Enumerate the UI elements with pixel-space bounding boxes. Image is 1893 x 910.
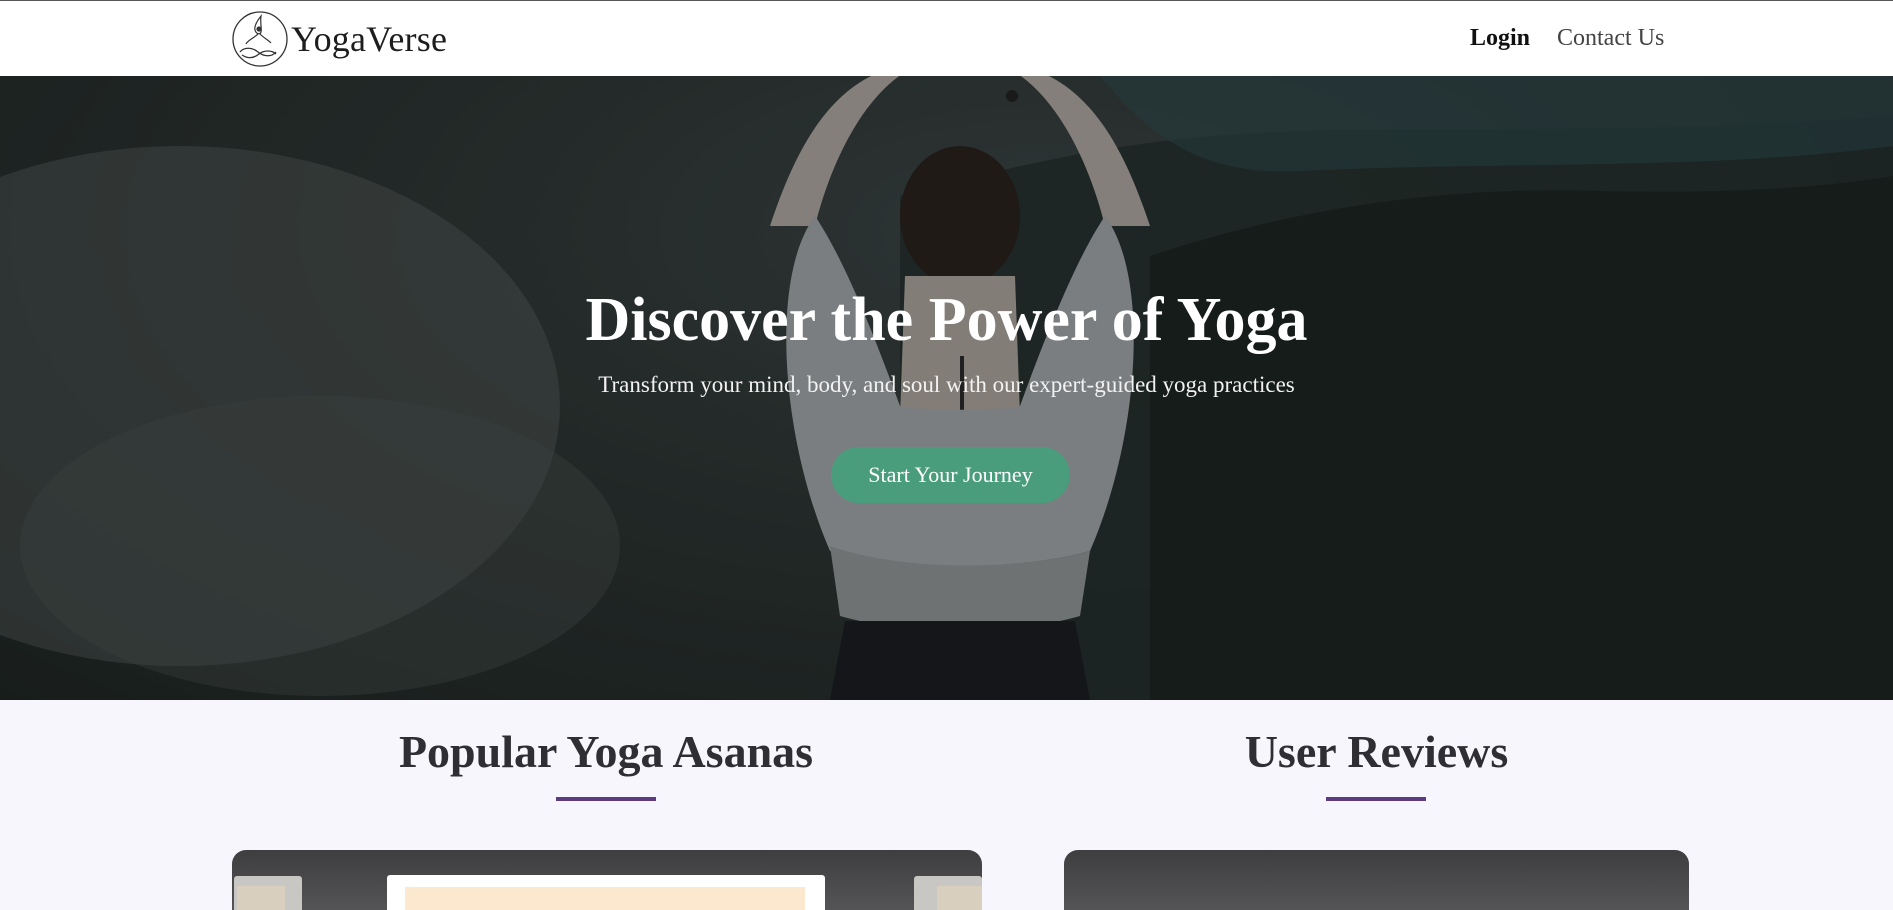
asanas-title-underline [556, 797, 656, 801]
meditation-lotus-icon [232, 11, 288, 67]
reviews-section-title: User Reviews [1244, 726, 1509, 777]
reviews-title-underline [1326, 797, 1426, 801]
hero-title: Discover the Power of Yoga [585, 286, 1308, 354]
reviews-card [1064, 850, 1689, 910]
nav-login-link[interactable]: Login [1470, 25, 1530, 52]
asana-slide-current-image [405, 887, 805, 910]
nav-contact-link[interactable]: Contact Us [1557, 25, 1664, 52]
asana-slide-prev-image [237, 886, 285, 910]
asanas-section-title: Popular Yoga Asanas [398, 726, 814, 777]
asana-carousel [232, 850, 982, 910]
hero-subtitle: Transform your mind, body, and soul with… [598, 372, 1295, 397]
brand-name: YogaVerse [291, 19, 448, 59]
navbar: YogaVerse Login Contact Us [0, 1, 1893, 76]
asana-slide-next-image [937, 886, 982, 910]
brand-logo[interactable]: YogaVerse [230, 7, 447, 71]
start-journey-button[interactable]: Start Your Journey [831, 447, 1070, 503]
hero-banner: Discover the Power of Yoga Transform you… [0, 76, 1893, 700]
